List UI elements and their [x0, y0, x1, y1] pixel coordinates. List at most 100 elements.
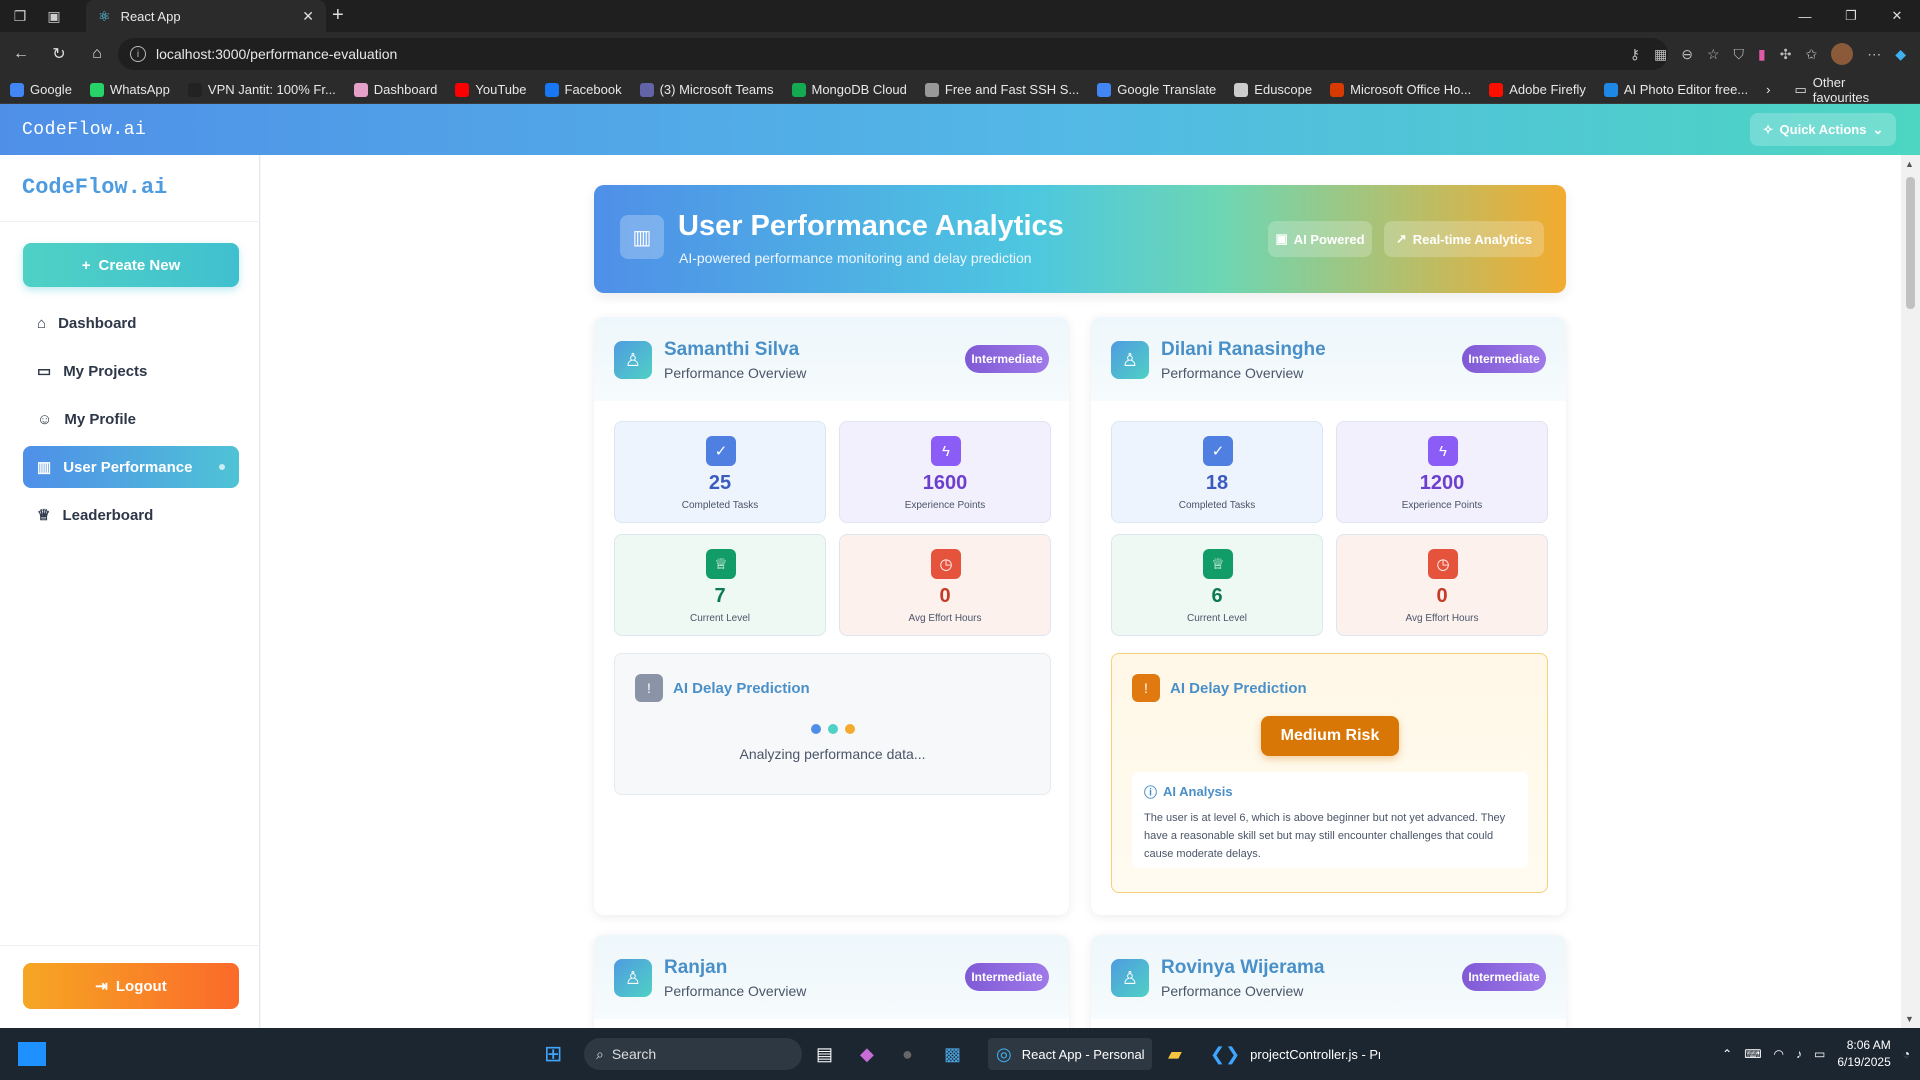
logout-label: Logout	[115, 977, 167, 995]
widgets-icon[interactable]	[18, 1042, 46, 1066]
avg-effort-value: 0	[1436, 585, 1448, 607]
app-icon[interactable]: ●	[902, 1038, 913, 1070]
user-name: Ranjan	[664, 957, 728, 978]
bookmark-item[interactable]: MongoDB Cloud	[791, 82, 907, 97]
favorites-icon[interactable]: ✩	[1805, 46, 1817, 63]
bookmark-item[interactable]: Eduscope	[1234, 82, 1312, 97]
address-bar[interactable]: i localhost:3000/performance-evaluation	[118, 38, 1668, 70]
check-circle-icon: ✓	[706, 436, 736, 466]
quick-actions-button[interactable]: ✧ Quick Actions ⌄	[1750, 113, 1896, 146]
shield-extension-icon[interactable]: ⛉	[1734, 46, 1745, 63]
bookmark-item[interactable]: Google	[10, 82, 72, 97]
profile-avatar[interactable]	[1831, 43, 1854, 65]
bookmark-label: Adobe Firefly	[1509, 82, 1586, 97]
taskbar-vscode-app[interactable]: ❮❯ projectController.js - Pr	[1210, 1038, 1380, 1070]
navbar-brand[interactable]: CodeFlow.ai	[22, 120, 146, 140]
apps-icon[interactable]: ▦	[1654, 46, 1667, 63]
bookmark-item[interactable]: Free and Fast SSH S...	[924, 82, 1079, 97]
skill-level-badge: Intermediate	[1462, 963, 1546, 991]
taskbar-edge-app[interactable]: ◎ React App - Personal - M	[988, 1038, 1152, 1070]
new-tab-button[interactable]: +	[332, 4, 344, 27]
bookmark-item[interactable]: WhatsApp	[89, 82, 170, 97]
task-view-icon[interactable]: ▤	[816, 1038, 833, 1070]
sidebar-item-my-projects[interactable]: ▭ My Projects	[23, 350, 239, 392]
bookmark-favicon-icon	[455, 82, 470, 97]
extensions-puzzle-icon[interactable]: ✣	[1780, 46, 1792, 63]
sidebar-brand: CodeFlow.ai	[22, 175, 168, 200]
top-navbar: CodeFlow.ai ✧ Quick Actions ⌄	[0, 104, 1920, 155]
favorite-star-icon[interactable]: ☆	[1707, 46, 1720, 63]
loading-dot	[810, 724, 821, 734]
windows-start-icon[interactable]: ⊞	[544, 1038, 562, 1070]
battery-icon[interactable]: ▭	[1814, 1047, 1825, 1061]
sidebar-item-user-performance[interactable]: ▥ User Performance	[23, 446, 239, 488]
sidebar-item-dashboard[interactable]: ⌂ Dashboard	[23, 302, 239, 344]
search-icon: ⌕	[596, 1045, 604, 1062]
logout-button[interactable]: ⇥ Logout	[23, 963, 239, 1009]
main-content: ▥ User Performance Analytics AI-powered …	[261, 155, 1901, 1028]
sidebar-item-leaderboard[interactable]: ♕ Leaderboard	[23, 494, 239, 536]
bookmark-favicon-icon	[791, 82, 806, 97]
chevron-right-icon[interactable]: ›	[1766, 82, 1770, 97]
wifi-icon[interactable]: ◠	[1774, 1047, 1784, 1061]
tab-actions-icon[interactable]: ▣	[40, 2, 68, 30]
scrollbar-thumb[interactable]	[1906, 177, 1915, 309]
user-subtitle: Performance Overview	[664, 365, 807, 381]
restore-icon[interactable]: ❐	[1828, 0, 1874, 32]
bookmark-item[interactable]: VPN Jantit: 100% Fr...	[187, 82, 336, 97]
bookmark-label: Google	[30, 82, 72, 97]
notification-icon[interactable]: ◔	[1903, 1047, 1910, 1061]
home-icon[interactable]: ⌂	[80, 37, 114, 71]
volume-icon[interactable]: ♪	[1796, 1047, 1802, 1061]
completed-tasks-label: Completed Tasks	[681, 500, 759, 511]
bookmark-item[interactable]: Adobe Firefly	[1489, 82, 1586, 97]
other-favourites[interactable]: › ▭ Other favourites	[1766, 75, 1920, 105]
copilot-icon[interactable]: ◆	[1895, 46, 1906, 63]
user-icon: ☺	[37, 410, 53, 428]
scroll-up-icon[interactable]: ▲	[1905, 159, 1914, 169]
page-scrollbar[interactable]: ▲ ▼	[1901, 155, 1920, 1028]
bookmark-item[interactable]: (3) Microsoft Teams	[639, 82, 774, 97]
experience-points-label: Experience Points	[1401, 500, 1483, 511]
keyboard-icon[interactable]: ⌨	[1744, 1047, 1761, 1061]
copilot-app-icon[interactable]: ◆	[860, 1038, 874, 1070]
bookmark-favicon-icon	[353, 82, 368, 97]
bookmark-favicon-icon	[10, 82, 24, 97]
taskbar-search[interactable]: ⌕ Search	[584, 1038, 802, 1070]
close-window-icon[interactable]: ✕	[1874, 0, 1920, 32]
tab-title: React App	[120, 8, 181, 24]
file-explorer-icon[interactable]: ▰	[1168, 1038, 1182, 1070]
bookmark-item[interactable]: Facebook	[544, 82, 622, 97]
bookmark-item[interactable]: YouTube	[455, 82, 527, 97]
workspaces-icon[interactable]: ❐	[6, 2, 34, 30]
bookmark-item[interactable]: Google Translate	[1097, 82, 1216, 97]
chevron-up-icon[interactable]: ⌃	[1722, 1047, 1732, 1061]
edge-icon: ◎	[996, 1043, 1012, 1064]
page-title: User Performance Analytics	[678, 210, 1064, 242]
photos-app-icon[interactable]: ▩	[944, 1038, 961, 1070]
create-new-button[interactable]: + Create New	[23, 243, 239, 287]
bookmark-item[interactable]: AI Photo Editor free...	[1603, 82, 1748, 97]
sidebar-item-label: Dashboard	[58, 314, 137, 332]
completed-tasks-value: 18	[1205, 472, 1229, 494]
more-menu-icon[interactable]: ⋯	[1867, 46, 1881, 63]
browser-tab[interactable]: ⚛ React App ✕	[86, 0, 326, 32]
bookmark-item[interactable]: Dashboard	[353, 82, 437, 97]
scroll-down-icon[interactable]: ▼	[1905, 1014, 1914, 1024]
bookmark-favicon-icon	[1603, 82, 1618, 97]
clock[interactable]: 8:06 AM 6/19/2025	[1837, 1037, 1890, 1071]
experience-points-label: Experience Points	[904, 500, 986, 511]
ai-powered-badge: ▣ AI Powered	[1268, 221, 1372, 257]
zoom-icon[interactable]: ⊖	[1681, 46, 1693, 63]
close-tab-icon[interactable]: ✕	[302, 8, 314, 25]
key-icon[interactable]: ⚷	[1630, 46, 1640, 63]
back-icon[interactable]: ←	[4, 37, 38, 71]
quick-actions-label: Quick Actions	[1779, 122, 1867, 137]
minimize-icon[interactable]: —	[1782, 0, 1828, 32]
refresh-icon[interactable]: ↻	[42, 37, 76, 71]
bookmark-label: MongoDB Cloud	[811, 82, 907, 97]
site-info-icon[interactable]: i	[130, 46, 146, 62]
extension-icon[interactable]: ▮	[1758, 46, 1766, 63]
bookmark-item[interactable]: Microsoft Office Ho...	[1330, 82, 1471, 97]
sidebar-item-my-profile[interactable]: ☺ My Profile	[23, 398, 239, 440]
